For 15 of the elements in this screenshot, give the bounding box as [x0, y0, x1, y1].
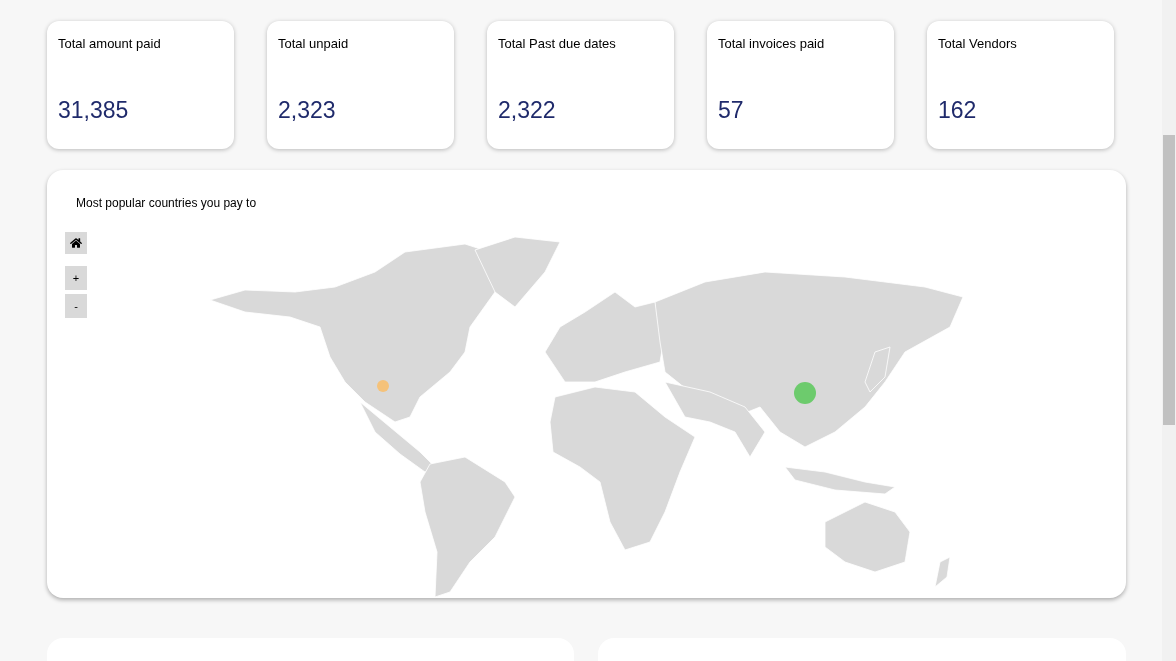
home-icon: [70, 237, 82, 249]
stat-value: 2,322: [498, 95, 557, 125]
stat-label: Total unpaid: [278, 35, 350, 53]
stat-value: 2,323: [278, 95, 337, 125]
zoom-button[interactable]: -: [65, 294, 87, 318]
stat-value: 57: [718, 95, 745, 125]
stat-value: 31,385: [58, 95, 130, 125]
stat-label: Total Past due dates: [498, 35, 617, 53]
stat-label: Total invoices paid: [718, 35, 826, 53]
stat-label: Total amount paid: [58, 35, 162, 53]
stat-label: Total Vendors: [938, 35, 1018, 53]
stat-value: 162: [938, 95, 978, 125]
home-button[interactable]: [65, 232, 87, 254]
zoom-button[interactable]: +: [65, 266, 87, 290]
map-title: Most popular countries you pay to: [76, 196, 257, 210]
